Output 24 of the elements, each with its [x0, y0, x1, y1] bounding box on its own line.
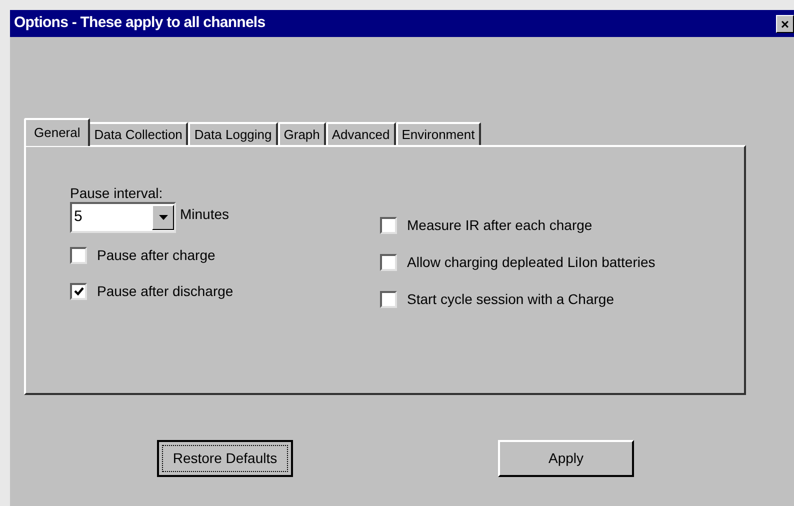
checkbox[interactable]: [70, 246, 87, 264]
checkbox-label: Pause after discharge: [97, 282, 234, 301]
checkbox[interactable]: [70, 282, 87, 300]
unit-label: Minutes: [180, 205, 230, 224]
checkbox-label: Start cycle session with a Charge: [407, 290, 614, 309]
window-title: Options - These apply to all channels: [14, 13, 266, 34]
interval-dropdown[interactable]: 5: [70, 202, 176, 233]
checkbox-label: Allow charging depleated LiIon batteries: [407, 252, 656, 272]
tab[interactable]: Graph: [278, 122, 326, 146]
checkbox[interactable]: [380, 254, 397, 270]
checkbox-label: Measure IR after each charge: [407, 216, 592, 235]
tab[interactable]: Data Logging: [188, 122, 278, 146]
tab[interactable]: General: [24, 118, 90, 146]
close-button[interactable]: ×: [776, 14, 794, 32]
tab[interactable]: Data Collection: [88, 122, 188, 146]
dialog-button[interactable]: Restore Defaults: [157, 440, 293, 477]
checkbox-label: Pause after charge: [97, 246, 216, 265]
check-mark-icon: [74, 286, 84, 296]
checkbox[interactable]: [380, 290, 397, 308]
tab[interactable]: Environment: [396, 122, 481, 146]
field-label: Pause interval:: [70, 185, 164, 201]
checkbox[interactable]: [380, 216, 397, 234]
dialog-button[interactable]: Apply: [498, 440, 634, 477]
tab[interactable]: Advanced: [326, 122, 396, 146]
